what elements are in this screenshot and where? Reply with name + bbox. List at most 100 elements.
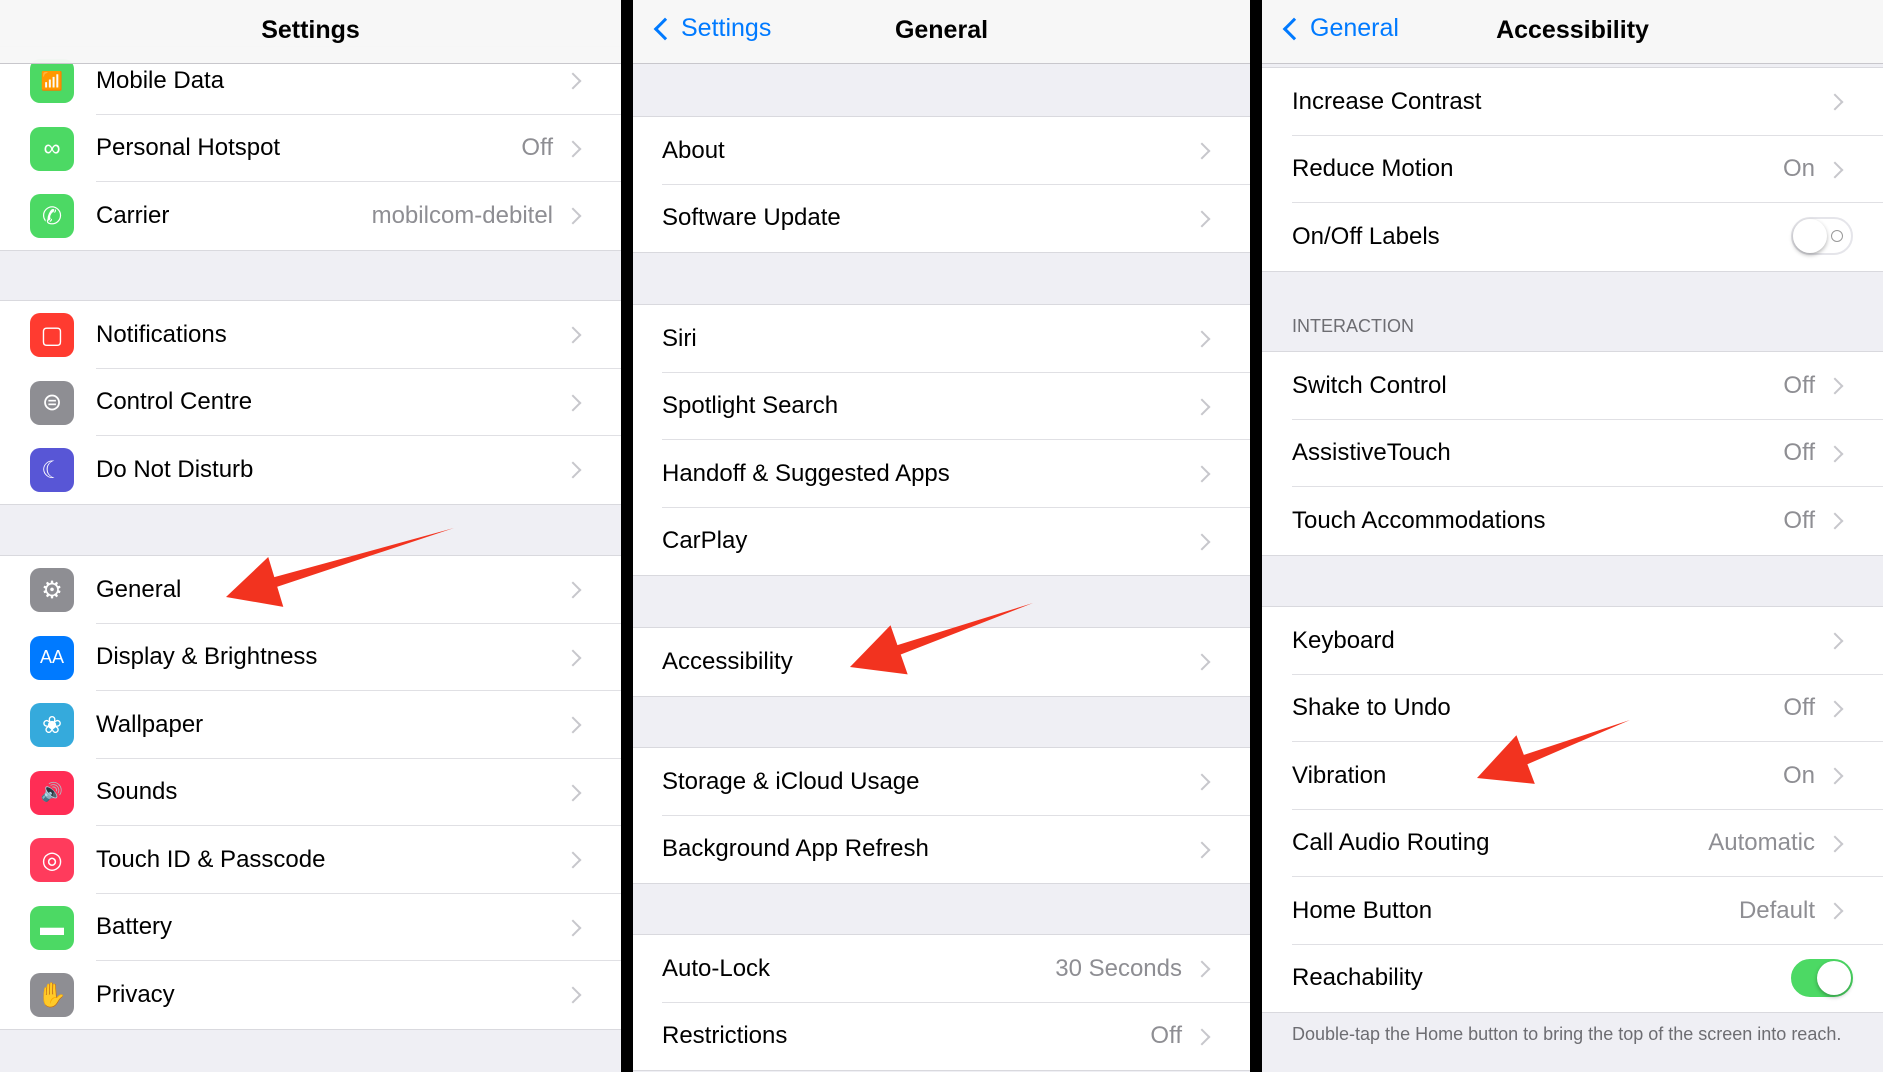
- row-vibration[interactable]: Vibration On: [1262, 742, 1883, 810]
- chevron-right-icon: [564, 986, 582, 1004]
- settings-group: About Software Update: [633, 116, 1250, 253]
- chevron-right-icon: [1826, 161, 1844, 178]
- settings-group: Accessibility: [633, 627, 1250, 697]
- row-label: Touch Accommodations: [1292, 506, 1546, 534]
- row-label: Reachability: [1292, 964, 1423, 992]
- row-privacy[interactable]: ✋ Privacy: [0, 961, 621, 1029]
- row-sounds[interactable]: 🔊 Sounds: [0, 759, 621, 826]
- chevron-right-icon: [1826, 632, 1844, 650]
- row-value: mobilcom-debitel: [371, 201, 553, 229]
- reachability-toggle[interactable]: [1791, 958, 1853, 997]
- navigation-bar: General Accessibility: [1262, 0, 1883, 64]
- chevron-right-icon: [1193, 330, 1211, 348]
- settings-group: Increase Contrast Reduce Motion On On/Off L…: [1262, 67, 1883, 272]
- row-about[interactable]: About: [633, 117, 1250, 185]
- page-title: General: [894, 16, 989, 44]
- panel-settings: Settings 📶 Mobile Data ∞ Personal Hotspot Off…: [0, 0, 621, 1072]
- chevron-right-icon: [564, 851, 582, 869]
- row-label: Control Centre: [96, 388, 253, 416]
- row-increase-contrast[interactable]: Increase Contrast: [1262, 68, 1883, 136]
- row-background-app-refresh[interactable]: Background App Refresh: [633, 816, 1250, 884]
- chevron-right-icon: [1193, 1028, 1211, 1045]
- row-shake-to-undo[interactable]: Shake to Undo Off: [1262, 675, 1883, 742]
- row-label: Display & Brightness: [96, 643, 318, 671]
- row-label: Reduce Motion: [1292, 155, 1454, 183]
- row-carrier[interactable]: ✆ Carrier mobilcom-debitel: [0, 182, 621, 250]
- settings-group: Keyboard Shake to Undo Off Vibration On Call …: [1262, 606, 1883, 1013]
- antenna-icon: 📶: [30, 59, 74, 103]
- toggle-knob: [1817, 960, 1851, 995]
- chevron-right-icon: [564, 581, 582, 599]
- off-indicator-icon: [1831, 230, 1843, 242]
- chevron-right-icon: [1826, 767, 1844, 785]
- chevron-right-icon: [1193, 142, 1211, 160]
- row-software-update[interactable]: Software Update: [633, 185, 1250, 253]
- page-title: Accessibility: [1496, 16, 1649, 44]
- chevron-right-icon: [564, 649, 582, 666]
- row-handoff-suggested-apps[interactable]: Handoff & Suggested Apps: [633, 440, 1250, 508]
- row-touch-accommodations[interactable]: Touch Accommodations Off: [1262, 487, 1883, 555]
- row-carplay[interactable]: CarPlay: [633, 508, 1250, 576]
- row-general[interactable]: ⚙ General: [0, 556, 621, 624]
- chevron-right-icon: [1826, 835, 1844, 852]
- chevron-right-icon: [564, 716, 582, 734]
- row-reduce-motion[interactable]: Reduce Motion On: [1262, 136, 1883, 203]
- row-auto-lock[interactable]: Auto-Lock 30 Seconds: [633, 935, 1250, 1003]
- row-value: Default: [1738, 896, 1815, 924]
- row-label: Background App Refresh: [662, 835, 929, 863]
- row-keyboard[interactable]: Keyboard: [1262, 607, 1883, 675]
- section-header: INTERACTION: [1292, 316, 1415, 336]
- chevron-right-icon: [1193, 533, 1211, 550]
- chevron-right-icon: [1193, 960, 1211, 978]
- chevron-right-icon: [1826, 445, 1844, 462]
- section-footer: Double-tap the Home button to bring the …: [1292, 1024, 1842, 1044]
- row-display-brightness[interactable]: AA Display & Brightness: [0, 624, 621, 691]
- settings-group: ⚙ General AA Display & Brightness ❀ Wallpaper…: [0, 555, 621, 1030]
- row-call-audio-routing[interactable]: Call Audio Routing Automatic: [1262, 810, 1883, 877]
- row-on-off-labels[interactable]: On/Off Labels: [1262, 203, 1883, 271]
- row-label: Shake to Undo: [1292, 694, 1451, 722]
- row-control-centre[interactable]: ⊜ Control Centre: [0, 369, 621, 436]
- row-label: Handoff & Suggested Apps: [662, 459, 950, 487]
- chevron-right-icon: [1826, 700, 1844, 717]
- row-do-not-disturb[interactable]: ☾ Do Not Disturb: [0, 436, 621, 504]
- row-label: Mobile Data: [96, 66, 225, 94]
- row-siri[interactable]: Siri: [633, 305, 1250, 373]
- chevron-right-icon: [1193, 210, 1211, 227]
- row-label: Personal Hotspot: [96, 134, 281, 162]
- notifications-icon: ▢: [30, 313, 74, 357]
- flower-icon: ❀: [30, 703, 74, 747]
- row-label: Restrictions: [662, 1022, 788, 1050]
- on-off-labels-toggle[interactable]: [1791, 217, 1853, 255]
- row-reachability[interactable]: Reachability: [1262, 945, 1883, 1013]
- row-label: AssistiveTouch: [1292, 439, 1451, 467]
- row-label: Battery: [96, 913, 173, 941]
- row-spotlight-search[interactable]: Spotlight Search: [633, 373, 1250, 440]
- row-label: On/Off Labels: [1292, 222, 1440, 250]
- row-switch-control[interactable]: Switch Control Off: [1262, 352, 1883, 420]
- row-label: Sounds: [96, 778, 178, 806]
- hand-icon: ✋: [30, 973, 74, 1017]
- toggle-knob: [1793, 219, 1827, 253]
- row-value: Off: [521, 134, 553, 162]
- row-storage-icloud-usage[interactable]: Storage & iCloud Usage: [633, 748, 1250, 816]
- chevron-right-icon: [1826, 902, 1844, 920]
- row-label: Software Update: [662, 204, 841, 232]
- row-notifications[interactable]: ▢ Notifications: [0, 301, 621, 369]
- row-touch-id-passcode[interactable]: ◎ Touch ID & Passcode: [0, 826, 621, 894]
- panel-accessibility: General Accessibility Increase Contrast Red…: [1262, 0, 1883, 1072]
- row-battery[interactable]: ▬ Battery: [0, 894, 621, 961]
- chevron-right-icon: [1826, 512, 1844, 530]
- row-home-button[interactable]: Home Button Default: [1262, 877, 1883, 945]
- chevron-right-icon: [564, 207, 582, 225]
- row-restrictions[interactable]: Restrictions Off: [633, 1003, 1250, 1071]
- chevron-right-icon: [564, 326, 582, 344]
- chevron-right-icon: [564, 919, 582, 936]
- row-personal-hotspot[interactable]: ∞ Personal Hotspot Off: [0, 115, 621, 182]
- row-value: Off: [1150, 1022, 1182, 1050]
- row-assistivetouch[interactable]: AssistiveTouch Off: [1262, 420, 1883, 487]
- row-value: Off: [1783, 694, 1815, 722]
- row-label: Auto-Lock: [662, 954, 771, 982]
- row-accessibility[interactable]: Accessibility: [633, 628, 1250, 696]
- row-wallpaper[interactable]: ❀ Wallpaper: [0, 691, 621, 759]
